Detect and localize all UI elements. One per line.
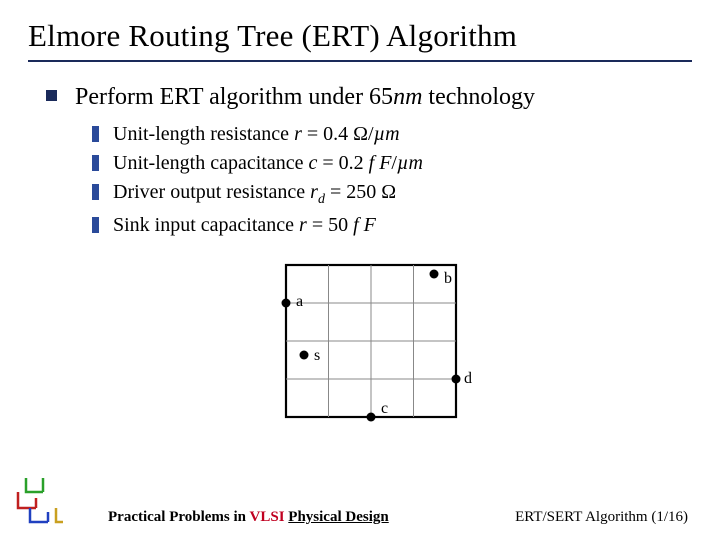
param-label: Unit-length resistance — [113, 123, 294, 145]
param-label: Sink input capacitance — [113, 214, 299, 236]
param-unit: µm — [374, 123, 400, 145]
param-value: = 250 Ω — [325, 181, 396, 203]
heading-unit: nm — [393, 84, 422, 110]
bullet-bar-icon — [92, 184, 99, 200]
footer-pd: Physical Design — [288, 509, 388, 525]
node-label-d: d — [464, 370, 472, 387]
bullet-bar-icon — [92, 217, 99, 233]
param-symbol: r — [294, 123, 302, 145]
bullet-bar-icon — [92, 155, 99, 171]
grid-diagram: a b s c d — [254, 257, 484, 432]
slide-footer: Practical Problems in VLSI Physical Desi… — [0, 509, 720, 526]
param-unit: f F — [369, 152, 392, 174]
param-label: Driver output resistance — [113, 181, 310, 203]
param-value: = 50 — [307, 214, 353, 236]
list-item: Driver output resistance rd = 250 Ω — [92, 179, 692, 210]
footer-right: ERT/SERT Algorithm (1/16) — [515, 509, 688, 526]
param-unit2: µm — [397, 152, 423, 174]
param-unit: f F — [353, 214, 376, 236]
list-item: Unit-length resistance r = 0.4 Ω/µm — [92, 121, 692, 148]
heading-pre: Perform ERT algorithm under 65 — [75, 84, 393, 110]
footer-text: Practical Problems in — [108, 509, 250, 525]
node-label-b: b — [444, 270, 452, 287]
list-item: Sink input capacitance r = 50 f F — [92, 212, 692, 239]
param-value: = 0.2 — [317, 152, 368, 174]
param-symbol: r — [310, 181, 318, 203]
param-subscript: d — [318, 192, 325, 207]
heading-post: technology — [422, 84, 535, 110]
list-item: Unit-length capacitance c = 0.2 f F/µm — [92, 150, 692, 177]
parameter-list: Unit-length resistance r = 0.4 Ω/µm Unit… — [92, 121, 692, 239]
main-heading: Perform ERT algorithm under 65nm technol… — [75, 82, 535, 113]
footer-vlsi: VLSI — [250, 509, 285, 525]
bullet-bar-icon — [92, 126, 99, 142]
bullet-square-icon — [46, 90, 57, 101]
slide-body: Perform ERT algorithm under 65nm technol… — [28, 82, 692, 437]
param-label: Unit-length capacitance — [113, 152, 308, 174]
footer-left: Practical Problems in VLSI Physical Desi… — [108, 509, 389, 526]
slide-title: Elmore Routing Tree (ERT) Algorithm — [28, 18, 692, 62]
node-label-s: s — [314, 347, 320, 364]
node-label-a: a — [296, 293, 303, 310]
node-label-c: c — [381, 400, 388, 417]
param-symbol: r — [299, 214, 307, 236]
param-value: = 0.4 Ω/ — [302, 123, 374, 145]
